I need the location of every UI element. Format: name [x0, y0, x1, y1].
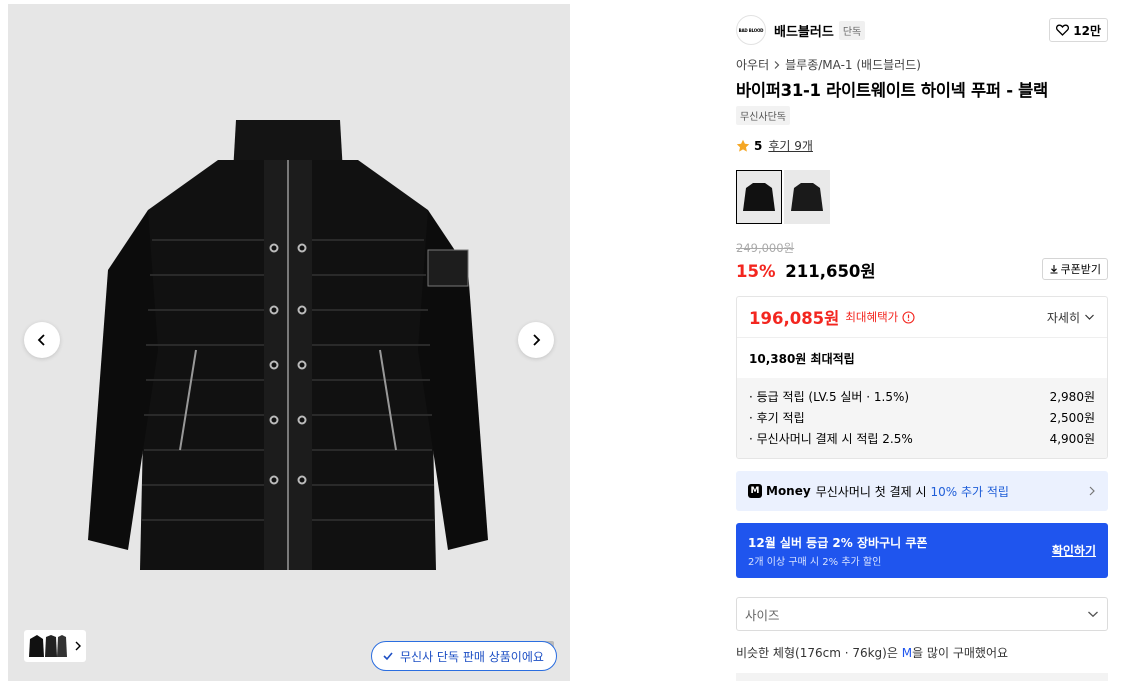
money-logo-icon: M	[748, 484, 762, 498]
max-benefit-box: 196,085원 최대혜택가 자세히 10,380원 최대적립 · 등급 적립 …	[736, 296, 1108, 459]
chevron-right-icon	[774, 60, 780, 69]
coupon-banner-subtitle: 2개 이상 구매 시 2% 추가 할인	[748, 557, 882, 568]
product-image	[88, 120, 488, 570]
like-count: 12만	[1073, 23, 1101, 38]
benefit-detail-toggle[interactable]: 자세히	[1047, 309, 1095, 326]
points-line: · 무신사머니 결제 시 적립 2.5% 4,900원	[749, 432, 1095, 446]
max-points: 10,380원 최대적립	[737, 337, 1107, 378]
brand-name[interactable]: 배드블러드	[774, 21, 834, 40]
original-price: 249,000원	[736, 241, 795, 255]
thumbnail-image	[29, 635, 67, 657]
discount-percent: 15%	[736, 262, 776, 281]
product-title: 바이퍼31-1 라이트웨이트 하이넥 푸퍼 - 블랙	[736, 81, 1048, 100]
size-select-placeholder: 사이즈	[745, 607, 780, 623]
color-option-black-selected[interactable]	[736, 170, 782, 224]
musinsa-money-banner[interactable]: M Money 무신사머니 첫 결제 시 10% 추가 적립	[736, 471, 1108, 511]
rating-summary: 5 후기 9개	[736, 137, 813, 154]
previous-image-button[interactable]	[24, 322, 60, 358]
like-button[interactable]: 12만	[1049, 18, 1108, 42]
reviews-link[interactable]: 후기 9개	[768, 137, 813, 154]
download-icon	[1050, 265, 1058, 274]
cart-coupon-banner: 12월 실버 등급 2% 장바구니 쿠폰 2개 이상 구매 시 2% 추가 할인…	[736, 523, 1108, 578]
breadcrumb: 아우터 블루종/MA-1 (배드블러드)	[736, 56, 921, 73]
product-gallery: 무신사 단독 판매 상품이에요	[8, 4, 570, 681]
chevron-down-icon	[1088, 611, 1098, 618]
thumbnail-strip[interactable]	[24, 630, 86, 662]
chevron-right-icon	[1089, 486, 1095, 496]
product-tag: 무신사단독	[736, 106, 790, 125]
money-banner-highlight: 10% 추가 적립	[930, 484, 1009, 499]
coupon-banner-title: 12월 실버 등급 2% 장바구니 쿠폰	[748, 536, 928, 550]
rating-score: 5	[754, 138, 763, 153]
coupon-download-button[interactable]: 쿠폰받기	[1041, 258, 1108, 280]
heart-icon	[1056, 24, 1070, 36]
next-section-edge	[736, 673, 1108, 681]
exclusive-notice-text: 무신사 단독 판매 상품이에요	[400, 649, 544, 664]
size-select[interactable]: 사이즈	[736, 597, 1108, 631]
exclusive-notice: 무신사 단독 판매 상품이에요	[371, 641, 557, 671]
star-icon	[736, 139, 750, 152]
points-breakdown: · 등급 적립 (LV.5 실버 · 1.5%) 2,980원 · 후기 적립 …	[737, 378, 1107, 458]
chevron-down-icon	[1085, 314, 1094, 320]
chevron-left-icon	[37, 334, 45, 346]
money-banner-text: 무신사머니 첫 결제 시	[815, 484, 927, 499]
color-thumbnail-image	[743, 183, 775, 211]
chevron-right-icon	[533, 334, 541, 346]
color-option-black-alt[interactable]	[784, 170, 830, 224]
check-icon	[383, 652, 393, 661]
sale-price: 211,650원	[785, 262, 876, 281]
breadcrumb-category[interactable]: 아우터	[736, 56, 769, 73]
points-line: · 등급 적립 (LV.5 실버 · 1.5%) 2,980원	[749, 390, 1095, 404]
color-options	[736, 170, 830, 224]
max-benefit-header: 196,085원 최대혜택가 자세히	[737, 297, 1107, 337]
money-word: Money	[766, 484, 811, 498]
sale-price-row: 15% 211,650원	[736, 258, 876, 282]
coupon-check-link[interactable]: 확인하기	[1052, 542, 1096, 559]
max-benefit-price: 196,085원	[749, 309, 840, 328]
brand-logo[interactable]: BAD BLOOD	[736, 15, 766, 45]
breadcrumb-subcategory[interactable]: 블루종/MA-1 (배드블러드)	[785, 56, 921, 73]
max-benefit-label: 최대혜택가	[845, 310, 899, 324]
chevron-right-icon	[75, 641, 81, 651]
points-line: · 후기 적립 2,500원	[749, 411, 1095, 425]
next-image-button[interactable]	[518, 322, 554, 358]
brand-exclusive-badge: 단독	[838, 20, 866, 40]
info-icon[interactable]	[902, 310, 915, 324]
fit-recommendation: 비슷한 체형(176cm · 76kg)은 M을 많이 구매했어요	[736, 646, 1009, 660]
color-thumbnail-image	[791, 183, 823, 211]
recommended-size: M	[901, 646, 913, 660]
brand-row: BAD BLOOD 배드블러드 단독 12만	[736, 14, 1108, 46]
